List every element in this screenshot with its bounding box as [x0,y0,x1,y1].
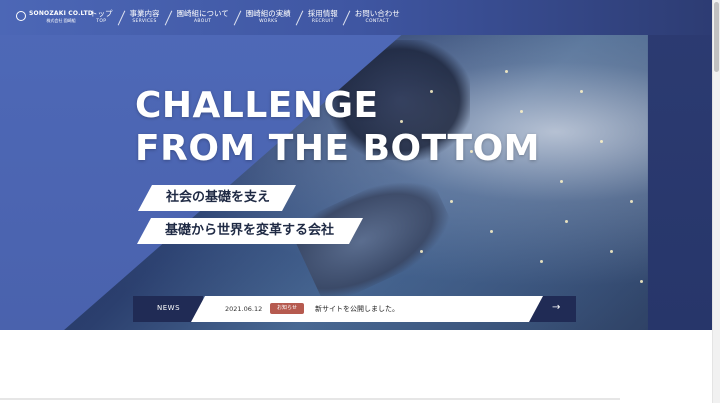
site-header: SONOZAKI CO.LTD 株式会社 園崎組 トップ TOP 事業内容 SE… [0,0,712,35]
global-nav: トップ TOP 事業内容 SERVICES 園崎組について ABOUT 園崎組の… [82,9,408,26]
page-scrollbar[interactable] [712,0,720,403]
tagline-2: 基礎から世界を変革する会社 [137,218,363,244]
nav-sublabel: WORKS [259,19,278,24]
nav-sublabel: TOP [96,19,107,24]
nav-sublabel: ABOUT [194,19,212,24]
nav-label: お問い合わせ [354,9,400,18]
nav-label: 園崎組について [176,9,229,18]
news-category-badge: お知らせ [270,303,304,314]
headline-line-2: FROM THE BOTTOM [135,128,540,169]
nav-label: 園崎組の実績 [245,9,291,18]
hero-headline: CHALLENGE FROM THE BOTTOM [135,84,540,170]
section-divider [0,398,620,400]
arrow-right-icon[interactable]: → [552,302,560,313]
news-title-link[interactable]: 新サイトを公開しました。 [315,304,399,314]
nav-item-top[interactable]: トップ TOP [82,9,121,26]
nav-label: 採用情報 [307,9,338,18]
nav-item-services[interactable]: 事業内容 SERVICES [122,9,168,26]
news-bar: NEWS 2021.06.12 お知らせ 新サイトを公開しました。 → [133,296,576,322]
nav-sublabel: CONTACT [365,19,389,24]
scrollbar-thumb[interactable] [714,2,719,72]
nav-item-works[interactable]: 園崎組の実績 WORKS [238,9,299,26]
nav-sublabel: SERVICES [132,19,157,24]
headline-line-1: CHALLENGE [135,85,379,126]
circle-logo-icon [16,11,26,21]
nav-item-contact[interactable]: お問い合わせ CONTACT [347,9,408,26]
nav-label: トップ [90,9,113,18]
tagline-1: 社会の基礎を支え [138,185,296,211]
news-label: NEWS [157,304,181,312]
nav-item-about[interactable]: 園崎組について ABOUT [169,9,237,26]
hero-section: CHALLENGE FROM THE BOTTOM 社会の基礎を支え 基礎から世… [0,0,712,330]
news-date: 2021.06.12 [225,305,263,313]
nav-sublabel: RECRUIT [311,19,334,24]
nav-item-recruit[interactable]: 採用情報 RECRUIT [300,9,346,26]
nav-label: 事業内容 [129,9,160,18]
